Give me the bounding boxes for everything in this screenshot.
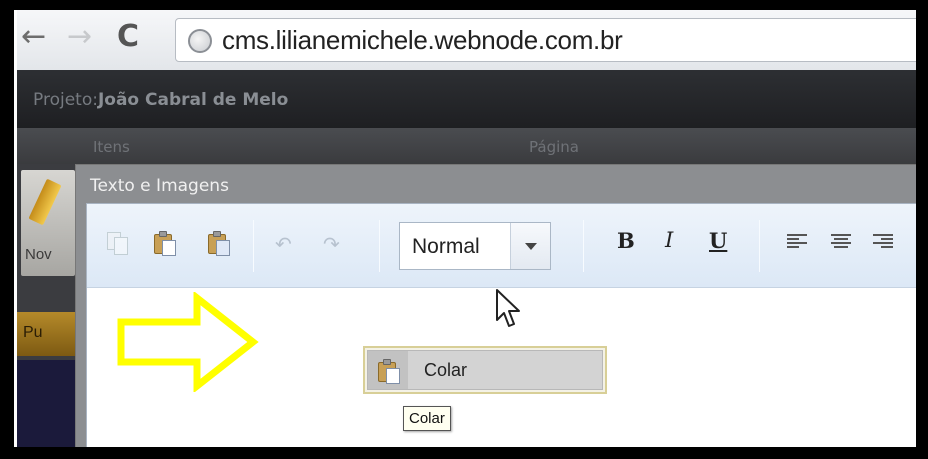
italic-button[interactable]: I <box>665 228 673 252</box>
format-dropdown[interactable]: Normal <box>399 222 551 270</box>
editor-content-area[interactable]: Colar Colar <box>87 288 916 447</box>
publish-label: Pu <box>23 324 43 341</box>
dialog-title: Texto e Imagens <box>90 176 229 196</box>
copy-icon[interactable] <box>105 230 131 256</box>
column-pagina: Página <box>529 138 579 156</box>
text-images-dialog: Texto e Imagens ↶ ↷ Normal B I U Colar C… <box>75 164 916 447</box>
bold-button[interactable]: B <box>617 228 635 253</box>
undo-icon[interactable]: ↶ <box>275 232 292 258</box>
paste-icon <box>375 358 401 384</box>
context-menu-label: Colar <box>424 360 468 380</box>
pencil-icon <box>28 178 62 226</box>
align-center-icon[interactable] <box>831 234 851 250</box>
column-itens: Itens <box>93 138 130 156</box>
editor-toolbar: ↶ ↷ Normal B I U <box>87 204 916 288</box>
align-left-icon[interactable] <box>787 234 807 250</box>
rich-text-editor: ↶ ↷ Normal B I U Colar Colar <box>86 203 916 447</box>
highlight-arrow-icon <box>117 292 259 392</box>
browser-window: ← → C cms.lilianemichele.webnode.com.br … <box>14 10 916 447</box>
tooltip: Colar <box>403 406 451 431</box>
context-menu-icon-cell <box>368 351 408 389</box>
new-item-button[interactable]: Nov <box>21 170 75 276</box>
mouse-cursor-icon <box>496 289 520 327</box>
forward-arrow-icon[interactable]: → <box>67 20 92 54</box>
redo-icon[interactable]: ↷ <box>323 232 340 258</box>
globe-icon <box>188 29 212 53</box>
publish-button[interactable]: Pu <box>17 312 79 356</box>
toolbar-separator <box>759 220 760 272</box>
back-arrow-icon[interactable]: ← <box>21 20 46 54</box>
toolbar-separator <box>253 220 254 272</box>
underline-button[interactable]: U <box>709 228 727 253</box>
paste-icon[interactable] <box>151 230 177 256</box>
chevron-down-icon[interactable] <box>510 223 550 269</box>
columns-header: Itens Página <box>17 128 916 164</box>
reload-icon[interactable]: C <box>117 20 139 54</box>
project-bar: Projeto:João Cabral de Melo <box>17 70 916 128</box>
paste-from-word-icon[interactable] <box>205 230 231 256</box>
screenshot-frame: ← → C cms.lilianemichele.webnode.com.br … <box>0 0 928 459</box>
side-panel: Nov Pu <box>17 164 79 447</box>
context-menu: Colar <box>363 346 607 394</box>
address-bar[interactable]: cms.lilianemichele.webnode.com.br <box>175 18 916 62</box>
project-name: João Cabral de Melo <box>97 90 289 110</box>
align-right-icon[interactable] <box>873 234 893 250</box>
toolbar-separator <box>379 220 380 272</box>
browser-toolbar: ← → C cms.lilianemichele.webnode.com.br <box>17 10 916 70</box>
side-panel-background <box>17 360 79 447</box>
project-title: Projeto:João Cabral de Melo <box>33 90 288 110</box>
url-text[interactable]: cms.lilianemichele.webnode.com.br <box>222 25 623 56</box>
format-value: Normal <box>412 235 480 258</box>
context-menu-paste-item[interactable]: Colar <box>367 350 603 390</box>
toolbar-separator <box>583 220 584 272</box>
new-item-label: Nov <box>25 246 52 263</box>
project-label: Projeto: <box>33 90 98 110</box>
